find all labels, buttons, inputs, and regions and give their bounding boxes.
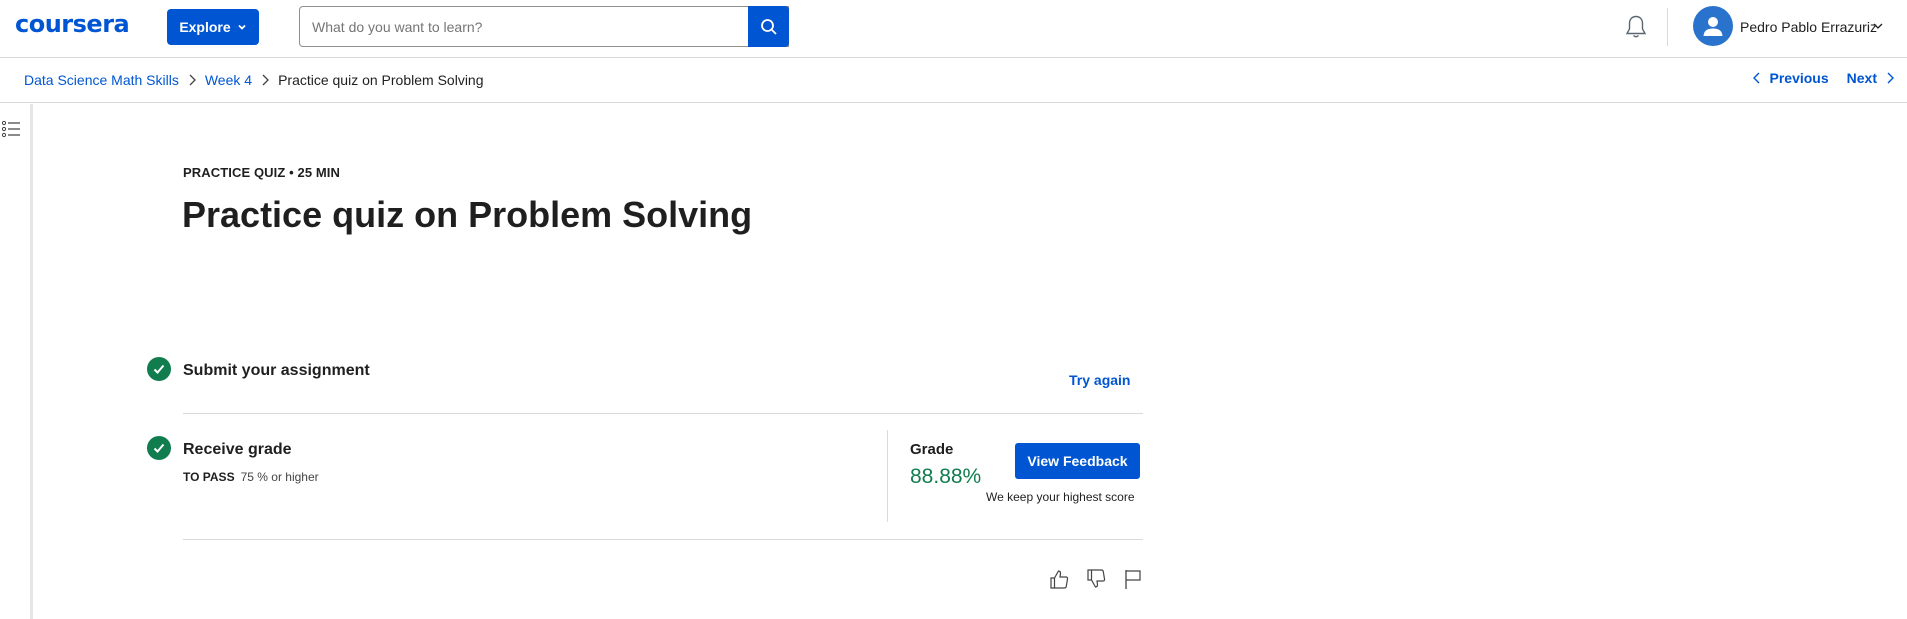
chevron-right-icon	[187, 73, 197, 87]
search-box	[299, 6, 789, 47]
highest-score-note: We keep your highest score	[986, 490, 1135, 504]
grade-complete-icon	[147, 436, 171, 460]
search-icon	[760, 18, 777, 35]
chevron-right-icon	[1887, 72, 1894, 84]
submit-step-title: Submit your assignment	[183, 362, 370, 379]
breadcrumb: Data Science Math Skills Week 4 Practice…	[24, 72, 484, 88]
breadcrumb-course-link[interactable]: Data Science Math Skills	[24, 72, 179, 88]
user-avatar-icon	[1703, 17, 1723, 36]
grade-value: 88.88%	[910, 465, 982, 488]
grade-divider	[887, 430, 888, 522]
top-header: coursera Explore Pedro Pablo Errazuriz	[0, 0, 1907, 58]
checkmark-icon	[153, 443, 165, 453]
avatar[interactable]	[1693, 6, 1733, 46]
previous-button[interactable]: Previous	[1752, 70, 1829, 86]
quiz-meta: PRACTICE QUIZ • 25 MIN	[183, 165, 340, 180]
next-label: Next	[1846, 70, 1877, 86]
search-input[interactable]	[300, 7, 750, 46]
item-navigation: Previous Next	[1752, 70, 1896, 86]
course-outline-sidebar	[0, 104, 33, 619]
chevron-down-icon[interactable]	[1872, 20, 1884, 32]
explore-label: Explore	[179, 19, 231, 35]
bell-icon[interactable]	[1624, 14, 1648, 40]
receive-grade-title: Receive grade	[183, 441, 292, 458]
flag-icon[interactable]	[1122, 568, 1144, 590]
chevron-right-icon	[260, 73, 270, 87]
breadcrumb-current: Practice quiz on Problem Solving	[278, 72, 484, 88]
feedback-reactions	[1048, 568, 1144, 590]
outline-list-icon[interactable]	[1, 119, 21, 139]
search-button[interactable]	[748, 6, 789, 47]
chevron-down-icon	[238, 24, 246, 30]
coursera-logo[interactable]: coursera	[15, 10, 130, 38]
to-pass-label: TO PASS	[183, 470, 235, 484]
page-title: Practice quiz on Problem Solving	[182, 194, 753, 235]
chevron-left-icon	[1752, 72, 1759, 84]
breadcrumb-bar: Data Science Math Skills Week 4 Practice…	[0, 58, 1907, 103]
thumbs-down-icon[interactable]	[1085, 568, 1107, 590]
previous-label: Previous	[1769, 70, 1829, 86]
user-name[interactable]: Pedro Pablo Errazuriz	[1740, 19, 1877, 35]
next-button[interactable]: Next	[1847, 70, 1895, 86]
grade-label: Grade	[910, 441, 954, 458]
breadcrumb-week-link[interactable]: Week 4	[205, 72, 252, 88]
submit-complete-icon	[147, 357, 171, 381]
explore-button[interactable]: Explore	[167, 9, 259, 45]
pass-requirement: TO PASS 75 % or higher	[183, 470, 319, 484]
try-again-link[interactable]: Try again	[1069, 372, 1130, 388]
view-feedback-button[interactable]: View Feedback	[1015, 443, 1140, 479]
divider	[183, 539, 1143, 540]
to-pass-value: 75 % or higher	[240, 470, 319, 484]
thumbs-up-icon[interactable]	[1048, 568, 1070, 590]
checkmark-icon	[153, 364, 165, 374]
header-divider	[1667, 8, 1668, 46]
divider	[183, 413, 1143, 414]
